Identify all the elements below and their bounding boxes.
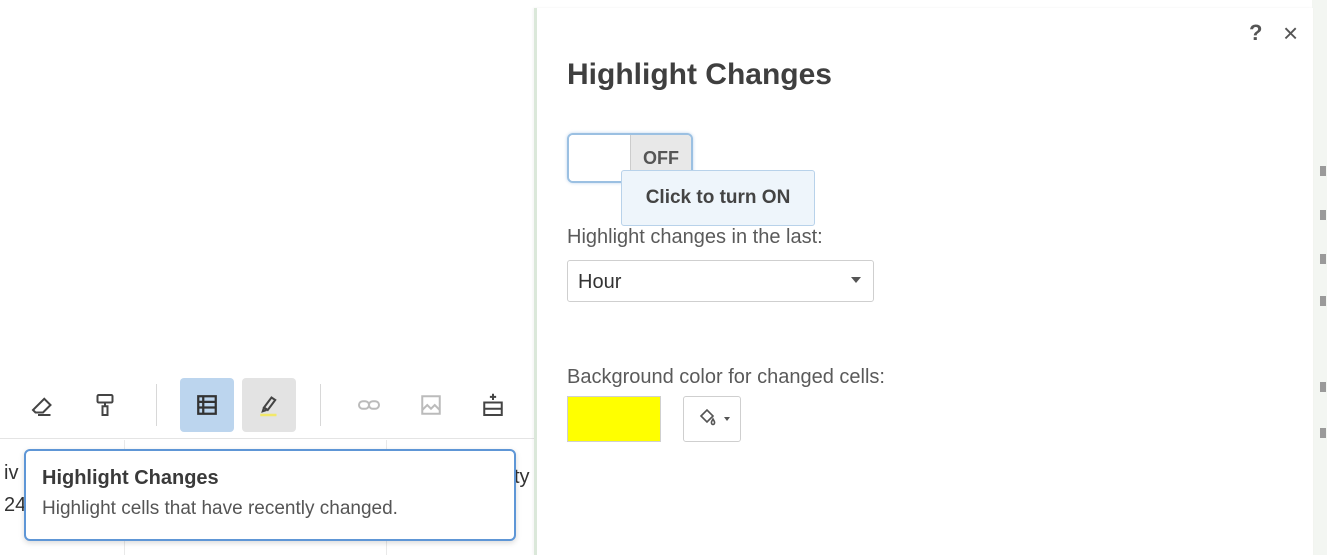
cell-fragment: 24 (4, 494, 27, 516)
highlight-changes-panel: ? × Highlight Changes OFF Click to turn … (534, 8, 1313, 555)
insert-image-button[interactable] (404, 378, 458, 432)
grid-mark (1320, 254, 1326, 264)
spreadsheet-area: iv 24 ty Highlight Changes Highlight cel… (0, 0, 540, 555)
paint-bucket-icon (699, 408, 716, 426)
app-window: iv 24 ty Highlight Changes Highlight cel… (0, 0, 1327, 555)
paint-format-icon (96, 394, 114, 416)
chevron-down-icon (851, 277, 861, 283)
cell-fragment: iv (4, 462, 19, 484)
link-icon (358, 400, 380, 410)
toolbar-separator (320, 384, 321, 426)
period-selected-value: Hour (578, 271, 622, 293)
grid-mark (1320, 296, 1326, 306)
grid-mark (1320, 166, 1326, 176)
highlight-changes-tooltip: Highlight Changes Highlight cells that h… (24, 449, 516, 541)
grid-mark (1320, 382, 1326, 392)
tooltip-description: Highlight cells that have recently chang… (42, 498, 398, 519)
chevron-down-icon (724, 417, 730, 421)
toggle-tooltip: Click to turn ON (621, 170, 815, 226)
insert-row-button[interactable] (466, 378, 520, 432)
grid-header-line (0, 438, 540, 439)
period-label: Highlight changes in the last: (567, 226, 823, 248)
image-icon (421, 395, 441, 415)
grid-mark (1320, 428, 1326, 438)
cell-fragment: ty (514, 466, 530, 488)
grid-mark (1320, 210, 1326, 220)
color-picker-button[interactable] (683, 396, 741, 442)
insert-link-button[interactable] (342, 378, 396, 432)
help-button[interactable]: ? (1249, 20, 1262, 46)
table-view-button[interactable] (180, 378, 234, 432)
toolbar-separator (156, 384, 157, 426)
toolbar (0, 370, 540, 438)
grid-edge (1312, 0, 1327, 555)
highlight-changes-button[interactable] (242, 378, 296, 432)
period-select[interactable]: Hour (567, 260, 874, 302)
eraser-icon (31, 397, 52, 416)
panel-title: Highlight Changes (567, 58, 832, 91)
highlighter-icon (260, 396, 277, 417)
clear-formatting-button[interactable] (16, 378, 70, 432)
tooltip-title: Highlight Changes (42, 467, 219, 489)
close-button[interactable]: × (1283, 18, 1298, 49)
color-label: Background color for changed cells: (567, 366, 885, 388)
table-view-icon (197, 395, 217, 415)
insert-row-icon (483, 393, 503, 416)
paint-format-button[interactable] (78, 378, 132, 432)
color-swatch[interactable] (567, 396, 661, 442)
